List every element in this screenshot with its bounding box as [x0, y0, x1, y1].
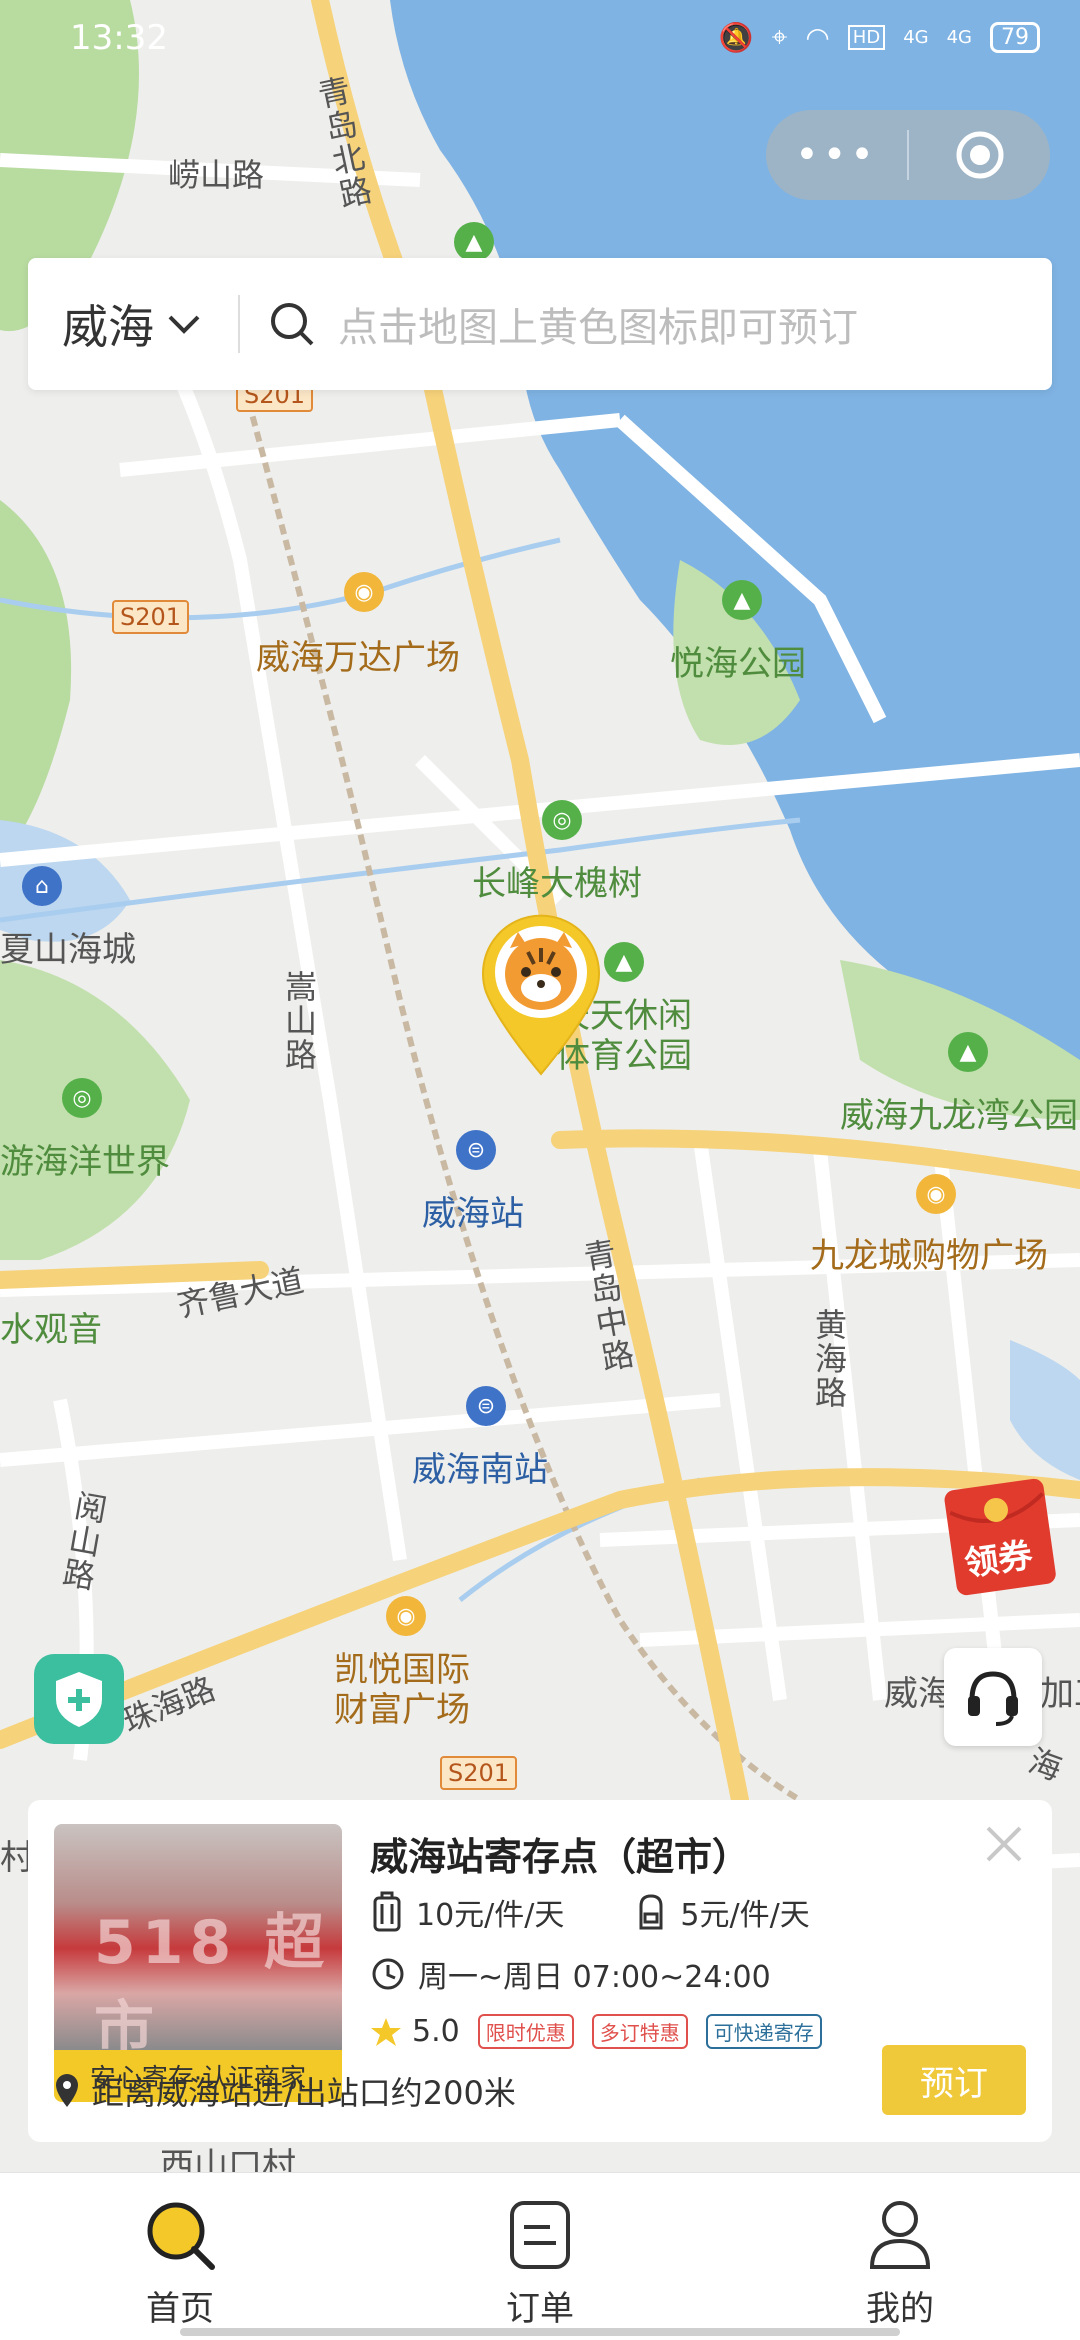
road-shield: S201 — [440, 1756, 518, 1790]
shopping-poi-icon[interactable]: ◉ — [386, 1596, 426, 1636]
promo-tag: 限时优惠 — [477, 2014, 574, 2049]
clock-icon — [372, 1958, 404, 1990]
map-label: 加工 — [1040, 1674, 1080, 1714]
small-item-price: 5元/件/天 — [680, 1898, 810, 1933]
map-label: 凯悦国际 财富广场 — [334, 1650, 470, 1730]
map-label: 崂山路 — [168, 156, 265, 194]
map-label: 威海南站 — [412, 1450, 548, 1490]
large-item-price: 10元/件/天 — [416, 1898, 565, 1933]
rating-row: 5.0 限时优惠 多订特惠 可快递寄存 — [370, 2014, 822, 2049]
hours-row: 周一~周日 07:00~24:00 — [370, 1952, 771, 1996]
headset-icon — [968, 1671, 1018, 1726]
search-icon — [271, 303, 314, 346]
road-shield: S201 — [112, 600, 190, 634]
map-label: 威海站 — [422, 1194, 524, 1234]
map-label: 威海万达广场 — [256, 638, 460, 678]
map-label: 黄海路 — [810, 1308, 848, 1410]
search-divider — [238, 295, 240, 353]
map-label: 长峰大槐树 — [472, 864, 642, 904]
scenic-poi-icon[interactable]: ◎ — [542, 800, 582, 840]
safety-button[interactable] — [34, 1654, 124, 1744]
park-poi-icon[interactable]: ▲ — [604, 942, 644, 982]
close-miniprogram-icon[interactable] — [909, 129, 1050, 181]
backpack-icon — [639, 1894, 663, 1930]
signal-icon: 4G — [946, 26, 972, 48]
park-poi-icon[interactable]: ▲ — [454, 222, 494, 262]
tab-orders[interactable]: 订单 — [360, 2173, 720, 2340]
storefront-photo: 518 超市 — [54, 1824, 342, 2050]
opening-hours: 周一~周日 07:00~24:00 — [418, 1960, 771, 1995]
location-icon: ⌖ — [771, 20, 788, 53]
promo-tag: 多订特惠 — [591, 2014, 688, 2049]
hd-icon: HD — [847, 24, 886, 50]
train-station-icon[interactable]: ⊜ — [456, 1130, 496, 1170]
city-label: 威海 — [62, 300, 154, 354]
coupon-label: 领券 — [962, 1535, 1035, 1585]
card-title: 威海站寄存点（超市） — [370, 1835, 751, 1879]
wifi-icon: ◠ — [805, 20, 830, 54]
shopping-poi-icon[interactable]: ◉ — [344, 572, 384, 612]
residential-poi-icon[interactable]: ⌂ — [22, 866, 62, 906]
storage-point-card[interactable]: 518 超市 安心寄存·认证商家 威海站寄存点（超市） 10元/件/天 5元/件… — [28, 1800, 1052, 2142]
distance-row: 距离威海站进/出站口约200米 — [54, 2068, 516, 2114]
storage-location-marker[interactable] — [478, 912, 604, 1082]
signal-icon: 4G — [903, 26, 929, 48]
tab-label: 订单 — [506, 2289, 574, 2329]
tab-profile[interactable]: 我的 — [720, 2173, 1080, 2340]
storefront-sign: 518 超市 — [94, 1908, 331, 2050]
tiger-marker-icon[interactable] — [478, 912, 604, 1078]
distance-text: 距离威海站进/出站口约200米 — [92, 2074, 516, 2112]
map-label: 水观音 — [0, 1310, 102, 1350]
train-station-icon[interactable]: ⊜ — [466, 1386, 506, 1426]
battery-icon: 79 — [990, 21, 1040, 53]
map-label: 夏山海城 — [0, 930, 136, 970]
order-icon — [510, 2201, 570, 2269]
tab-home[interactable]: 首页 — [0, 2173, 360, 2340]
location-pin-icon — [56, 2074, 78, 2107]
chevron-down-icon — [168, 315, 200, 334]
status-time: 13:32 — [70, 18, 168, 58]
bottom-tab-bar: 首页 订单 我的 — [0, 2172, 1080, 2340]
star-icon — [371, 2017, 401, 2046]
scenic-poi-icon[interactable]: ◎ — [62, 1078, 102, 1118]
status-bar: 13:32 🔕 ⌖ ◠ HD 4G 4G 79 — [0, 0, 1080, 80]
search-input[interactable]: 点击地图上黄色图标即可预订 — [338, 295, 858, 353]
mute-icon: 🔕 — [718, 20, 754, 54]
tab-label: 首页 — [146, 2289, 214, 2329]
search-bar[interactable]: 威海 点击地图上黄色图标即可预订 — [28, 258, 1052, 390]
park-poi-icon[interactable]: ▲ — [722, 580, 762, 620]
home-search-icon — [147, 2202, 215, 2270]
rating-value: 5.0 — [412, 2014, 460, 2049]
map-label: 游海洋世界 — [0, 1142, 170, 1182]
map-label: 威海九龙湾公园 — [840, 1096, 1078, 1136]
map-label: 九龙城购物广场 — [810, 1236, 1048, 1276]
map-label: 威海 — [884, 1674, 952, 1714]
coupon-button[interactable]: 领券 — [944, 1476, 1064, 1596]
map-label: 嵩山路 — [280, 970, 318, 1072]
book-button[interactable]: 预订 — [882, 2045, 1026, 2115]
park-poi-icon[interactable]: ▲ — [948, 1032, 988, 1072]
close-icon[interactable] — [982, 1822, 1026, 1866]
customer-service-button[interactable] — [944, 1648, 1042, 1746]
profile-icon — [869, 2201, 931, 2269]
more-icon[interactable]: ••• — [766, 132, 907, 178]
miniprogram-capsule[interactable]: ••• — [766, 110, 1050, 200]
tab-label: 我的 — [866, 2289, 934, 2329]
service-tag: 可快递寄存 — [705, 2014, 822, 2049]
map-label: 悦海公园 — [670, 644, 806, 684]
shopping-poi-icon[interactable]: ◉ — [916, 1174, 956, 1214]
luggage-icon — [373, 1891, 401, 1932]
price-row: 10元/件/天 5元/件/天 — [370, 1890, 810, 1934]
home-indicator[interactable] — [180, 2328, 900, 2336]
shield-plus-icon — [56, 1672, 102, 1727]
city-selector[interactable]: 威海 — [28, 291, 238, 357]
